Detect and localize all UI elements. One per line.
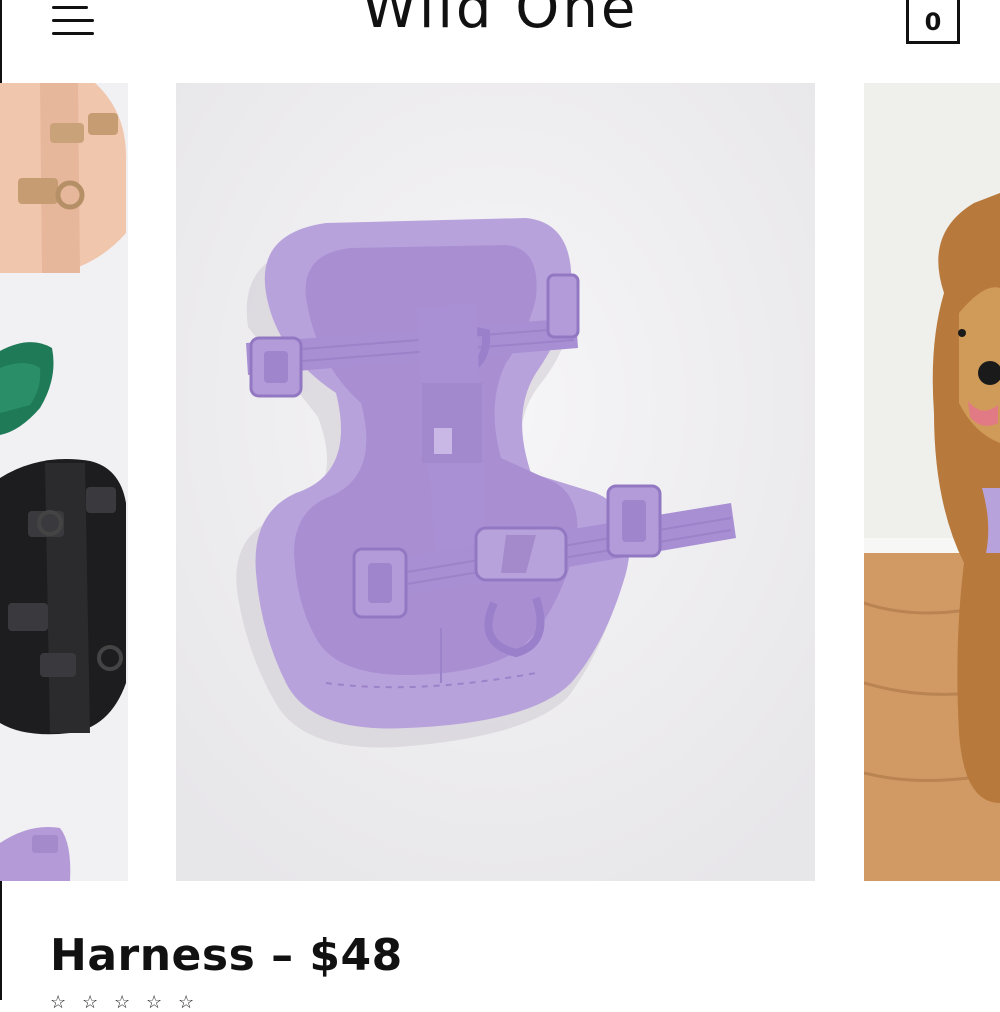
dog-wearing-harness-image[interactable] xyxy=(864,83,1000,881)
product-title: Harness – $48 xyxy=(50,930,403,981)
star-icon: ☆ xyxy=(50,992,67,1012)
star-icon: ☆ xyxy=(114,992,131,1012)
cart-count: 0 xyxy=(924,8,942,36)
rating-stars[interactable]: ☆ ☆ ☆ ☆ ☆ xyxy=(50,992,198,1012)
site-header: Wild One 0 xyxy=(0,0,1000,80)
harness-colorways-image[interactable] xyxy=(0,83,128,881)
star-icon: ☆ xyxy=(82,992,99,1012)
brand-logo[interactable]: Wild One xyxy=(0,0,1000,41)
lavender-harness-image[interactable] xyxy=(176,83,815,881)
shopping-bag-icon[interactable]: 0 xyxy=(906,0,960,44)
star-icon: ☆ xyxy=(146,992,163,1012)
star-icon: ☆ xyxy=(178,992,195,1012)
